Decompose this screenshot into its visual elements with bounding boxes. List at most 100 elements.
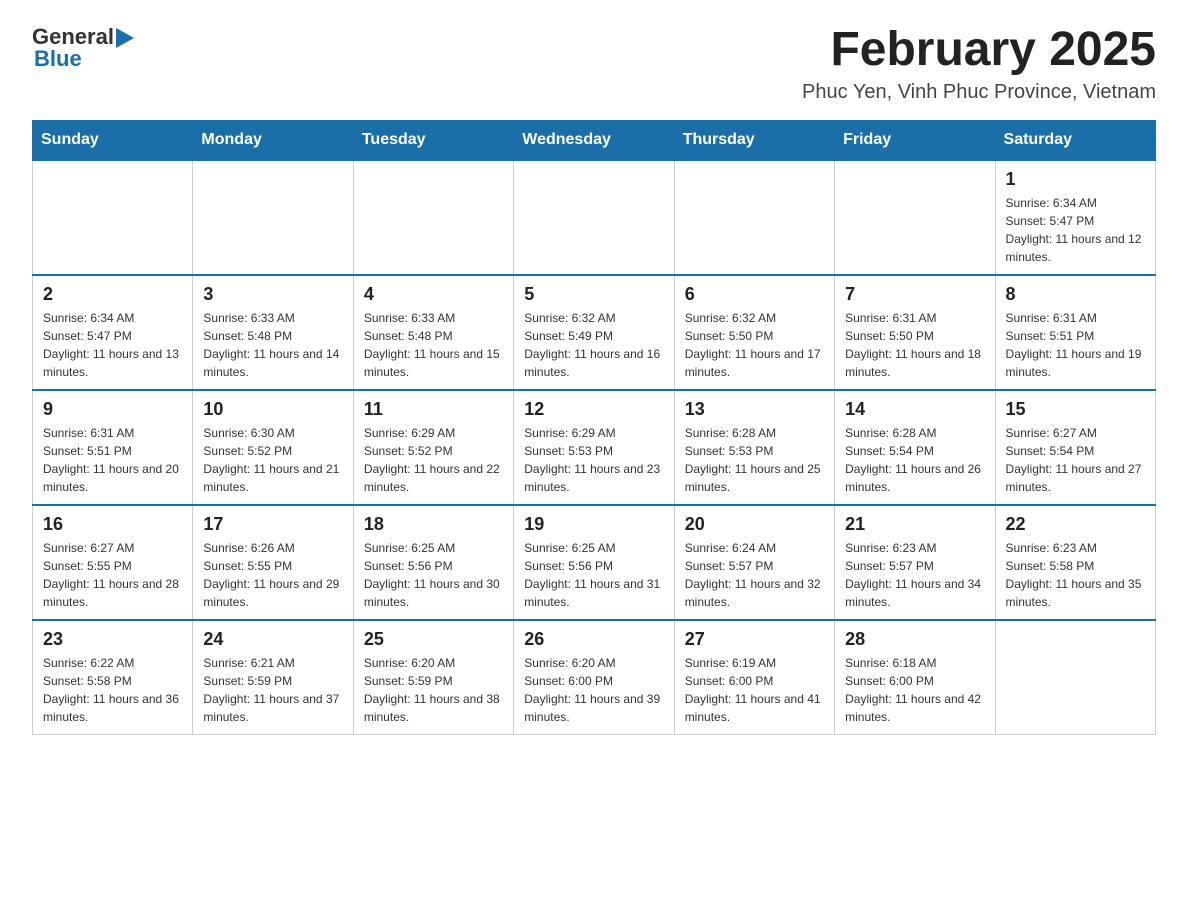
day-number: 23 xyxy=(43,629,182,650)
weekday-header-wednesday: Wednesday xyxy=(514,120,674,160)
calendar-cell: 2 Sunrise: 6:34 AM Sunset: 5:47 PM Daylig… xyxy=(33,275,193,390)
calendar-cell: 14 Sunrise: 6:28 AM Sunset: 5:54 PM Dayli… xyxy=(835,390,995,505)
location-title: Phuc Yen, Vinh Phuc Province, Vietnam xyxy=(802,81,1156,104)
calendar-cell: 25Sunrise: 6:20 AM Sunset: 5:59 PM Dayli… xyxy=(353,620,513,735)
calendar-table: SundayMondayTuesdayWednesdayThursdayFrid… xyxy=(32,120,1156,735)
day-number: 17 xyxy=(203,514,342,535)
weekday-header-row: SundayMondayTuesdayWednesdayThursdayFrid… xyxy=(33,120,1156,160)
day-info: Sunrise: 6:32 AM Sunset: 5:50 PM Dayligh… xyxy=(685,309,824,381)
calendar-cell: 15 Sunrise: 6:27 AM Sunset: 5:54 PM Dayli… xyxy=(995,390,1155,505)
day-info: Sunrise: 6:34 AM Sunset: 5:47 PM Dayligh… xyxy=(43,309,182,381)
day-number: 10 xyxy=(203,399,342,420)
day-info: Sunrise: 6:25 AM Sunset: 5:56 PM Dayligh… xyxy=(524,539,663,611)
calendar-cell: 4Sunrise: 6:33 AM Sunset: 5:48 PM Daylig… xyxy=(353,275,513,390)
calendar-cell: 18 Sunrise: 6:25 AM Sunset: 5:56 PM Dayli… xyxy=(353,505,513,620)
day-info: Sunrise: 6:31 AM Sunset: 5:51 PM Dayligh… xyxy=(1006,309,1145,381)
calendar-cell: 22 Sunrise: 6:23 AM Sunset: 5:58 PM Dayli… xyxy=(995,505,1155,620)
day-info: Sunrise: 6:33 AM Sunset: 5:48 PM Dayligh… xyxy=(364,309,503,381)
day-number: 26 xyxy=(524,629,663,650)
calendar-cell: 27 Sunrise: 6:19 AM Sunset: 6:00 PM Dayli… xyxy=(674,620,834,735)
day-number: 12 xyxy=(524,399,663,420)
calendar-cell: 9 Sunrise: 6:31 AM Sunset: 5:51 PM Daylig… xyxy=(33,390,193,505)
day-number: 1 xyxy=(1006,169,1145,190)
day-info: Sunrise: 6:21 AM Sunset: 5:59 PM Dayligh… xyxy=(203,654,342,726)
day-number: 3 xyxy=(203,284,342,305)
day-info: Sunrise: 6:31 AM Sunset: 5:51 PM Dayligh… xyxy=(43,424,182,496)
calendar-cell: 8 Sunrise: 6:31 AM Sunset: 5:51 PM Daylig… xyxy=(995,275,1155,390)
day-number: 9 xyxy=(43,399,182,420)
weekday-header-tuesday: Tuesday xyxy=(353,120,513,160)
day-info: Sunrise: 6:20 AM Sunset: 6:00 PM Dayligh… xyxy=(524,654,663,726)
calendar-cell: 19 Sunrise: 6:25 AM Sunset: 5:56 PM Dayli… xyxy=(514,505,674,620)
weekday-header-thursday: Thursday xyxy=(674,120,834,160)
day-info: Sunrise: 6:23 AM Sunset: 5:57 PM Dayligh… xyxy=(845,539,984,611)
day-info: Sunrise: 6:20 AM Sunset: 5:59 PM Dayligh… xyxy=(364,654,503,726)
day-info: Sunrise: 6:27 AM Sunset: 5:54 PM Dayligh… xyxy=(1006,424,1145,496)
day-number: 27 xyxy=(685,629,824,650)
calendar-week-row: 16 Sunrise: 6:27 AM Sunset: 5:55 PM Dayli… xyxy=(33,505,1156,620)
calendar-cell: 6 Sunrise: 6:32 AM Sunset: 5:50 PM Daylig… xyxy=(674,275,834,390)
day-info: Sunrise: 6:33 AM Sunset: 5:48 PM Dayligh… xyxy=(203,309,342,381)
calendar-cell xyxy=(353,160,513,275)
day-number: 6 xyxy=(685,284,824,305)
day-info: Sunrise: 6:22 AM Sunset: 5:58 PM Dayligh… xyxy=(43,654,182,726)
day-number: 8 xyxy=(1006,284,1145,305)
day-info: Sunrise: 6:29 AM Sunset: 5:53 PM Dayligh… xyxy=(524,424,663,496)
calendar-cell xyxy=(193,160,353,275)
logo-blue-text: Blue xyxy=(34,46,82,72)
calendar-cell: 23 Sunrise: 6:22 AM Sunset: 5:58 PM Dayli… xyxy=(33,620,193,735)
day-number: 24 xyxy=(203,629,342,650)
day-number: 19 xyxy=(524,514,663,535)
calendar-week-row: 9 Sunrise: 6:31 AM Sunset: 5:51 PM Daylig… xyxy=(33,390,1156,505)
calendar-cell: 24 Sunrise: 6:21 AM Sunset: 5:59 PM Dayli… xyxy=(193,620,353,735)
day-number: 15 xyxy=(1006,399,1145,420)
calendar-cell: 11Sunrise: 6:29 AM Sunset: 5:52 PM Dayli… xyxy=(353,390,513,505)
day-number: 18 xyxy=(364,514,503,535)
day-info: Sunrise: 6:30 AM Sunset: 5:52 PM Dayligh… xyxy=(203,424,342,496)
weekday-header-saturday: Saturday xyxy=(995,120,1155,160)
day-info: Sunrise: 6:23 AM Sunset: 5:58 PM Dayligh… xyxy=(1006,539,1145,611)
weekday-header-sunday: Sunday xyxy=(33,120,193,160)
calendar-cell: 5Sunrise: 6:32 AM Sunset: 5:49 PM Daylig… xyxy=(514,275,674,390)
calendar-cell: 7 Sunrise: 6:31 AM Sunset: 5:50 PM Daylig… xyxy=(835,275,995,390)
calendar-cell: 16 Sunrise: 6:27 AM Sunset: 5:55 PM Dayli… xyxy=(33,505,193,620)
day-number: 2 xyxy=(43,284,182,305)
calendar-cell: 26 Sunrise: 6:20 AM Sunset: 6:00 PM Dayli… xyxy=(514,620,674,735)
day-number: 11 xyxy=(364,399,503,420)
day-info: Sunrise: 6:34 AM Sunset: 5:47 PM Dayligh… xyxy=(1006,194,1145,266)
day-number: 28 xyxy=(845,629,984,650)
logo: General Blue xyxy=(32,24,134,72)
day-number: 14 xyxy=(845,399,984,420)
weekday-header-friday: Friday xyxy=(835,120,995,160)
calendar-cell xyxy=(835,160,995,275)
day-info: Sunrise: 6:28 AM Sunset: 5:54 PM Dayligh… xyxy=(845,424,984,496)
day-info: Sunrise: 6:27 AM Sunset: 5:55 PM Dayligh… xyxy=(43,539,182,611)
page-header: General Blue February 2025 Phuc Yen, Vin… xyxy=(32,24,1156,104)
day-info: Sunrise: 6:26 AM Sunset: 5:55 PM Dayligh… xyxy=(203,539,342,611)
calendar-cell xyxy=(514,160,674,275)
calendar-cell xyxy=(674,160,834,275)
day-number: 16 xyxy=(43,514,182,535)
calendar-cell: 21 Sunrise: 6:23 AM Sunset: 5:57 PM Dayli… xyxy=(835,505,995,620)
calendar-cell: 1 Sunrise: 6:34 AM Sunset: 5:47 PM Daylig… xyxy=(995,160,1155,275)
calendar-cell: 12 Sunrise: 6:29 AM Sunset: 5:53 PM Dayli… xyxy=(514,390,674,505)
day-number: 7 xyxy=(845,284,984,305)
day-info: Sunrise: 6:32 AM Sunset: 5:49 PM Dayligh… xyxy=(524,309,663,381)
day-info: Sunrise: 6:24 AM Sunset: 5:57 PM Dayligh… xyxy=(685,539,824,611)
month-title: February 2025 xyxy=(802,24,1156,77)
day-info: Sunrise: 6:25 AM Sunset: 5:56 PM Dayligh… xyxy=(364,539,503,611)
day-info: Sunrise: 6:18 AM Sunset: 6:00 PM Dayligh… xyxy=(845,654,984,726)
calendar-week-row: 2 Sunrise: 6:34 AM Sunset: 5:47 PM Daylig… xyxy=(33,275,1156,390)
weekday-header-monday: Monday xyxy=(193,120,353,160)
calendar-cell: 17 Sunrise: 6:26 AM Sunset: 5:55 PM Dayli… xyxy=(193,505,353,620)
title-section: February 2025 Phuc Yen, Vinh Phuc Provin… xyxy=(802,24,1156,104)
day-info: Sunrise: 6:31 AM Sunset: 5:50 PM Dayligh… xyxy=(845,309,984,381)
calendar-cell: 13 Sunrise: 6:28 AM Sunset: 5:53 PM Dayli… xyxy=(674,390,834,505)
logo-arrow-icon xyxy=(116,28,134,48)
day-info: Sunrise: 6:19 AM Sunset: 6:00 PM Dayligh… xyxy=(685,654,824,726)
day-info: Sunrise: 6:28 AM Sunset: 5:53 PM Dayligh… xyxy=(685,424,824,496)
calendar-cell xyxy=(995,620,1155,735)
day-number: 21 xyxy=(845,514,984,535)
day-number: 13 xyxy=(685,399,824,420)
day-number: 22 xyxy=(1006,514,1145,535)
